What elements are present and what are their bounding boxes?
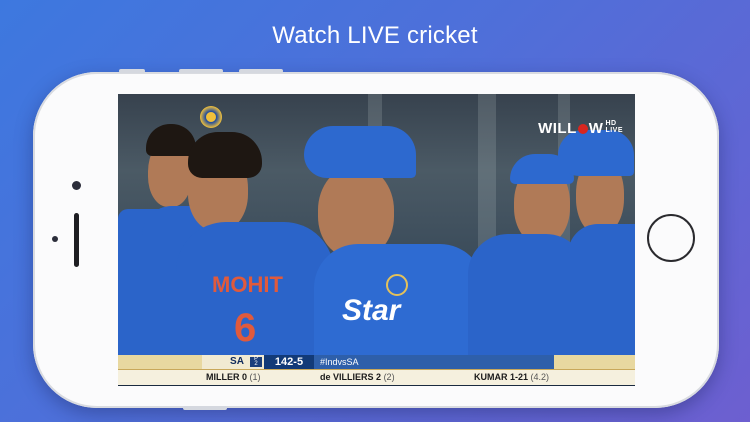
bcci-crest-icon: [386, 274, 408, 296]
headline: Watch LIVE cricket: [272, 22, 478, 49]
hd-badge: HD: [605, 120, 617, 127]
player-jersey: [568, 224, 635, 364]
player-hair: [188, 132, 262, 178]
front-camera: [72, 181, 81, 190]
cricket-ball-icon: [577, 124, 588, 135]
power-button: [183, 406, 227, 410]
video-player[interactable]: MOHIT 6 Star WILL W HD LIVE SA P2 142-5 #In…: [118, 94, 635, 386]
home-button[interactable]: [647, 214, 695, 262]
video-frame: MOHIT 6 Star: [118, 94, 635, 386]
sponsor-logo-text: Star: [342, 294, 401, 327]
match-hashtag: #IndvsSA: [314, 355, 554, 369]
willow-hd-live-logo: WILL W HD LIVE: [538, 120, 623, 137]
scoreboard: SA P2 142-5 #IndvsSA MILLER 0 (1) de VIL…: [118, 355, 635, 385]
batsman-2: de VILLIERS 2 (2): [320, 372, 395, 382]
batsman-1: MILLER 0 (1): [206, 372, 261, 382]
logo-text: WILL: [538, 120, 577, 137]
volume-button: [239, 69, 283, 73]
team-score: 142-5: [264, 355, 314, 369]
powerplay-badge: P2: [250, 356, 262, 367]
logo-text: W: [588, 120, 604, 137]
scoreboard-top-band-end: [554, 355, 635, 369]
jersey-number: 6: [234, 306, 257, 350]
earpiece-speaker: [74, 213, 79, 267]
player-cap: [304, 126, 416, 178]
volume-button: [119, 69, 145, 73]
bcci-logo-icon: [200, 106, 222, 128]
jersey-name: MOHIT: [212, 272, 283, 297]
proximity-sensor: [52, 236, 58, 242]
live-badge: LIVE: [605, 127, 623, 134]
bowler: KUMAR 1-21 (4.2): [474, 372, 550, 382]
scoreboard-detail-row: MILLER 0 (1) de VILLIERS 2 (2) KUMAR 1-2…: [118, 369, 635, 385]
volume-button: [179, 69, 223, 73]
